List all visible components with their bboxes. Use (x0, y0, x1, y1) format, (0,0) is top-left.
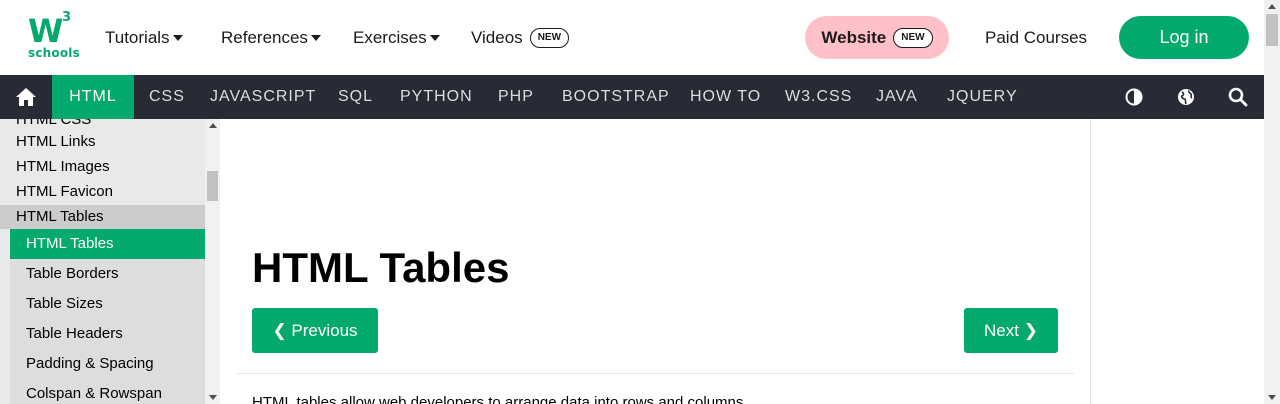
sidebar-subitem-padding-spacing[interactable]: Padding & Spacing (10, 349, 205, 379)
exercises-menu[interactable]: Exercises (353, 27, 440, 49)
nav-item-w3css[interactable]: W3.CSS (785, 75, 852, 119)
scroll-up-arrow-icon[interactable] (209, 123, 217, 128)
logo-superscript: 3 (62, 10, 72, 25)
new-badge: NEW (893, 27, 933, 48)
page-title: HTML Tables (252, 244, 510, 291)
login-button[interactable]: Log in (1119, 16, 1249, 59)
nav-item-sql[interactable]: SQL (338, 75, 373, 119)
caret-down-icon (310, 35, 321, 41)
scroll-thumb[interactable] (207, 171, 218, 201)
sidebar-item-html-images[interactable]: HTML Images (16, 158, 110, 176)
theme-toggle-button[interactable] (1114, 75, 1154, 119)
next-button[interactable]: Next ❯ (964, 308, 1058, 353)
sidebar-subitem-table-borders[interactable]: Table Borders (10, 259, 205, 289)
nav-item-javascript[interactable]: JAVASCRIPT (210, 75, 316, 119)
scroll-down-arrow-icon[interactable] (1268, 395, 1276, 400)
home-icon (16, 88, 36, 106)
references-menu[interactable]: References (221, 27, 321, 49)
previous-button[interactable]: ❮ Previous (252, 308, 378, 353)
sidebar-item-html-links[interactable]: HTML Links (16, 133, 95, 151)
sidebar-item-html-favicon[interactable]: HTML Favicon (16, 183, 113, 201)
sidebar-scrollbar[interactable] (205, 119, 220, 404)
caret-down-icon (429, 35, 440, 41)
nav-item-bootstrap[interactable]: BOOTSTRAP (562, 75, 670, 119)
main-nav: HTML CSS JAVASCRIPT SQL PYTHON PHP BOOTS… (0, 75, 1264, 119)
sidebar-subitem-label: HTML Tables (26, 235, 114, 252)
nav-item-html[interactable]: HTML (52, 75, 134, 119)
nav-item-jquery[interactable]: JQUERY (947, 75, 1018, 119)
content-divider (1090, 119, 1091, 404)
logo-mark: W (28, 12, 63, 50)
logo-text: schools (28, 46, 80, 60)
sidebar-subitem-label: Table Borders (26, 265, 119, 282)
globe-icon (1178, 89, 1194, 105)
sidebar-item-html-css[interactable]: HTML CSS (16, 119, 91, 129)
top-bar: W 3 schools Tutorials References Exercis… (0, 0, 1264, 75)
page: W 3 schools Tutorials References Exercis… (0, 0, 1280, 404)
nav-item-php[interactable]: PHP (498, 75, 534, 119)
sidebar-subitem-label: Table Sizes (26, 295, 103, 312)
website-button[interactable]: Website NEW (805, 16, 949, 59)
scroll-thumb[interactable] (1266, 14, 1278, 46)
sidebar-subitem-html-tables[interactable]: HTML Tables (10, 229, 205, 259)
intro-paragraph: HTML tables allow web developers to arra… (252, 394, 748, 404)
videos-link[interactable]: Videos NEW (471, 27, 570, 49)
search-icon (1228, 87, 1248, 107)
nav-item-css[interactable]: CSS (149, 75, 185, 119)
sidebar-subitem-label: Padding & Spacing (26, 355, 154, 372)
paid-courses-link[interactable]: Paid Courses (985, 27, 1087, 49)
sidebar: HTML CSS HTML Links HTML Images HTML Fav… (0, 119, 205, 404)
language-button[interactable] (1166, 75, 1206, 119)
contrast-icon (1125, 88, 1143, 106)
website-label: Website (821, 27, 887, 47)
w3schools-logo[interactable]: W 3 schools (26, 10, 80, 64)
horizontal-rule (236, 373, 1074, 374)
page-scrollbar[interactable] (1264, 0, 1280, 404)
search-button[interactable] (1218, 75, 1258, 119)
caret-down-icon (172, 35, 183, 41)
sidebar-subitem-table-sizes[interactable]: Table Sizes (10, 289, 205, 319)
nav-item-java[interactable]: JAVA (876, 75, 918, 119)
tutorials-label: Tutorials (105, 28, 170, 47)
tutorials-menu[interactable]: Tutorials (105, 27, 183, 49)
sidebar-group-html-tables[interactable]: HTML Tables (0, 205, 205, 229)
home-button[interactable] (0, 75, 52, 119)
sidebar-subitem-label: Table Headers (26, 325, 123, 342)
sidebar-group-label: HTML Tables (16, 208, 104, 225)
new-badge: NEW (529, 28, 570, 48)
nav-item-python[interactable]: PYTHON (400, 75, 473, 119)
sidebar-subitem-table-headers[interactable]: Table Headers (10, 319, 205, 349)
references-label: References (221, 28, 308, 47)
scroll-up-arrow-icon[interactable] (1268, 4, 1276, 9)
scroll-down-arrow-icon[interactable] (209, 395, 217, 400)
sidebar-subitem-colspan-rowspan[interactable]: Colspan & Rowspan (10, 379, 205, 404)
sidebar-subitem-label: Colspan & Rowspan (26, 385, 162, 402)
videos-label: Videos (471, 28, 523, 47)
nav-item-howto[interactable]: HOW TO (690, 75, 761, 119)
exercises-label: Exercises (353, 28, 427, 47)
